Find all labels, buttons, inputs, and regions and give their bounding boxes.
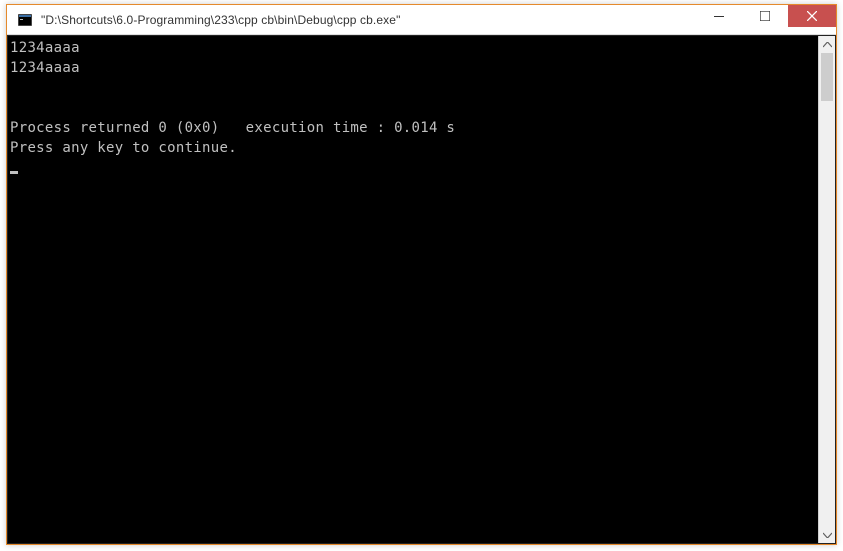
console-output[interactable]: 1234aaaa1234aaaa Process returned 0 (0x0… [8,36,835,543]
titlebar[interactable]: "D:\Shortcuts\6.0-Programming\233\cpp cb… [7,5,836,35]
terminal-icon [17,12,33,28]
console-line: 1234aaaa [10,58,833,78]
console-line: Press any key to continue. [10,138,833,158]
scroll-thumb[interactable] [821,53,833,101]
console-window: "D:\Shortcuts\6.0-Programming\233\cpp cb… [6,4,837,545]
close-icon [807,11,817,21]
window-title: "D:\Shortcuts\6.0-Programming\233\cpp cb… [41,13,696,27]
scroll-up-button[interactable] [819,36,835,53]
client-area: 1234aaaa1234aaaa Process returned 0 (0x0… [7,35,836,544]
console-line: 1234aaaa [10,38,833,58]
minimize-button[interactable] [696,5,742,27]
maximize-button[interactable] [742,5,788,27]
maximize-icon [760,11,770,21]
text-cursor [10,171,18,174]
chevron-down-icon [823,532,832,538]
console-line [10,98,833,118]
chevron-up-icon [823,42,832,48]
scroll-track[interactable] [819,53,835,526]
console-line: Process returned 0 (0x0) execution time … [10,118,833,138]
scroll-down-button[interactable] [819,526,835,543]
console-line [10,78,833,98]
minimize-icon [714,11,724,21]
window-buttons [696,5,836,34]
console-cursor-line [10,158,833,178]
vertical-scrollbar[interactable] [818,36,835,543]
close-button[interactable] [788,5,836,27]
